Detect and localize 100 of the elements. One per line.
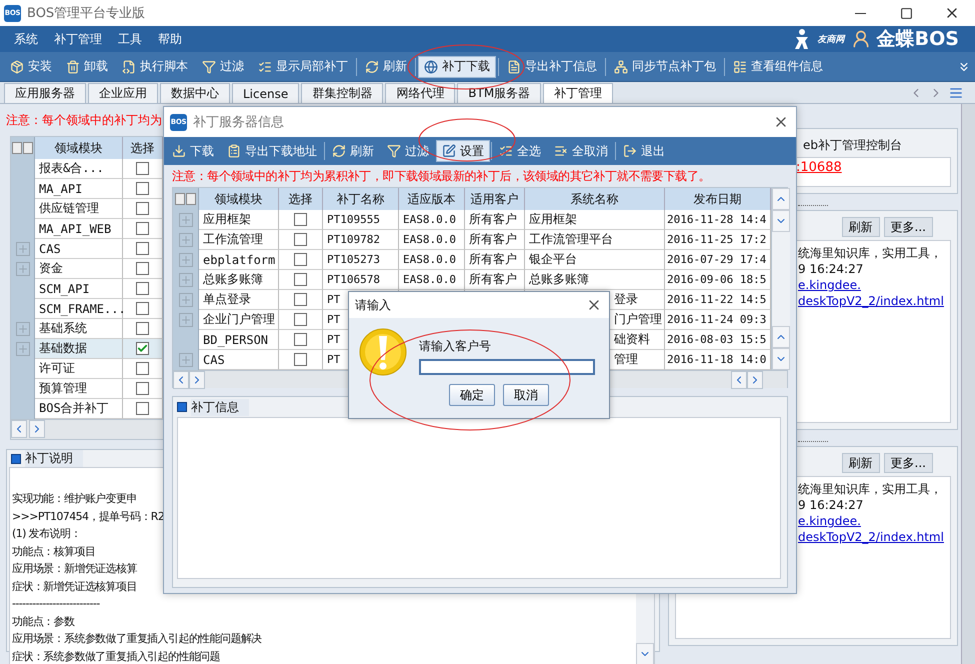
scroll-down-button[interactable] [772, 210, 790, 232]
checkbox[interactable] [136, 202, 149, 215]
tab[interactable]: BTM服务器 [457, 83, 542, 103]
news-link[interactable]: e.kingdee. [798, 278, 861, 292]
console-link[interactable]: :10688 [796, 160, 842, 175]
toolbar-button[interactable]: 刷新 [326, 140, 380, 162]
toolbar-button[interactable]: 补丁下载 [418, 56, 496, 78]
scroll-down-button[interactable] [636, 643, 654, 664]
window-title: BOS管理平台专业版 [27, 5, 146, 22]
checkbox[interactable] [136, 282, 149, 295]
table-row[interactable]: CAS [11, 239, 163, 259]
toolbar-button[interactable]: 过滤 [381, 140, 435, 162]
checkbox[interactable] [294, 213, 307, 226]
scroll-up-button[interactable] [772, 188, 790, 210]
scroll-left-button[interactable] [173, 371, 189, 389]
dialog-button[interactable]: 确定 [449, 384, 495, 406]
toolbar-button[interactable]: 导出补丁信息 [501, 56, 603, 78]
tab[interactable]: 补丁管理 [543, 83, 614, 103]
toolbar-button[interactable]: 下载 [166, 140, 220, 162]
scroll-down-button[interactable] [772, 348, 790, 370]
table-row[interactable]: 预算管理 [11, 379, 163, 399]
description-line: 应用场景：新增凭证选核算 [12, 561, 137, 577]
menu-item[interactable]: 工具 [112, 28, 148, 50]
customer-number-field[interactable] [419, 359, 595, 375]
toolbar-button[interactable]: 设置 [436, 140, 490, 162]
checkbox[interactable] [294, 313, 307, 326]
toolbar-button[interactable]: 卸载 [60, 56, 114, 78]
checkbox[interactable] [294, 293, 307, 306]
dialog-title: 补丁服务器信息 [193, 114, 284, 131]
panel-button[interactable]: 更多... [884, 217, 933, 237]
table-row[interactable]: 许可证 [11, 359, 163, 379]
table-row[interactable]: BOS合并补丁 [11, 399, 163, 419]
checkbox[interactable] [136, 222, 149, 235]
tab-list-icon[interactable] [949, 86, 963, 100]
tab[interactable]: License [232, 83, 300, 103]
tab[interactable]: 数据中心 [160, 83, 230, 103]
news-text: 9 16:24:27 [798, 262, 864, 276]
checkbox[interactable] [136, 362, 149, 375]
table-row[interactable]: 基础系统 [11, 319, 163, 339]
deselect-all-icon [554, 144, 568, 158]
table-row[interactable]: MA_API [11, 179, 163, 199]
scroll-up-button[interactable] [772, 326, 790, 348]
table-row[interactable]: SCM_API [11, 279, 163, 299]
news-link[interactable]: deskTopV2_2/index.html [798, 530, 944, 544]
table-row[interactable]: 报表&合... [11, 159, 163, 179]
table-row[interactable]: SCM_FRAME... [11, 299, 163, 319]
checkbox[interactable] [294, 353, 307, 366]
scroll-right-button[interactable] [189, 371, 205, 389]
tab[interactable]: 群集控制器 [301, 83, 384, 103]
table-row[interactable]: 基础数据 [11, 339, 163, 359]
toolbar-button[interactable]: 全取消 [548, 140, 614, 162]
checkbox[interactable] [136, 162, 149, 175]
panel-icon [11, 454, 21, 464]
checkbox[interactable] [136, 242, 149, 255]
checkbox[interactable] [294, 333, 307, 346]
menu-item[interactable]: 系统 [8, 28, 44, 50]
scroll-left-button[interactable] [11, 420, 27, 438]
download-icon [424, 60, 438, 74]
toolbar-button[interactable]: 同步节点补丁包 [608, 56, 722, 78]
menu-item[interactable]: 补丁管理 [48, 28, 108, 50]
toolbar-button[interactable]: 执行脚本 [116, 56, 194, 78]
table-row[interactable]: 资金 [11, 259, 163, 279]
panel-button[interactable]: 刷新 [842, 453, 880, 473]
news-text: 统海里知识库，实用工具， [798, 482, 942, 496]
table-row[interactable]: MA_API_WEB [11, 219, 163, 239]
tab[interactable]: 网络代理 [385, 83, 456, 103]
news-link[interactable]: deskTopV2_2/index.html [798, 294, 944, 308]
checkbox[interactable] [294, 253, 307, 266]
tab[interactable]: 企业应用 [88, 83, 158, 103]
checkbox[interactable] [136, 382, 149, 395]
checkbox[interactable] [136, 182, 149, 195]
checkbox[interactable] [294, 273, 307, 286]
toolbar-button[interactable]: 刷新 [359, 56, 413, 78]
console-title: eb补丁管理控制台 [802, 137, 903, 154]
scroll-right-button[interactable] [29, 420, 45, 438]
panel-title: 补丁信息 [191, 398, 249, 416]
panel-button[interactable]: 更多... [884, 453, 933, 473]
toolbar-button[interactable]: 安装 [4, 56, 58, 78]
table-row[interactable]: 供应链管理 [11, 199, 163, 219]
menu-item[interactable]: 帮助 [152, 28, 188, 50]
checkbox[interactable] [136, 402, 149, 415]
toolbar-button[interactable]: 过滤 [196, 56, 250, 78]
toolbar-button[interactable]: 退出 [617, 140, 671, 162]
tab[interactable]: 应用服务器 [4, 83, 86, 103]
scroll-right-button[interactable] [747, 371, 763, 389]
scroll-left-button[interactable] [731, 371, 747, 389]
toolbar-button[interactable]: 查看组件信息 [727, 56, 829, 78]
panel-button[interactable]: 刷新 [842, 217, 880, 237]
checkbox[interactable] [294, 233, 307, 246]
column-order-control[interactable] [12, 142, 33, 154]
column-order-control[interactable] [175, 193, 196, 205]
checkbox[interactable] [136, 302, 149, 315]
toolbar-button[interactable]: 导出下载地址 [221, 140, 323, 162]
toolbar-button[interactable]: 显示局部补丁 [252, 56, 354, 78]
checkbox[interactable] [136, 342, 149, 355]
toolbar-button[interactable]: 全选 [493, 140, 547, 162]
news-link[interactable]: e.kingdee. [798, 514, 861, 528]
dialog-button[interactable]: 取消 [503, 384, 549, 406]
checkbox[interactable] [136, 322, 149, 335]
checkbox[interactable] [136, 262, 149, 275]
